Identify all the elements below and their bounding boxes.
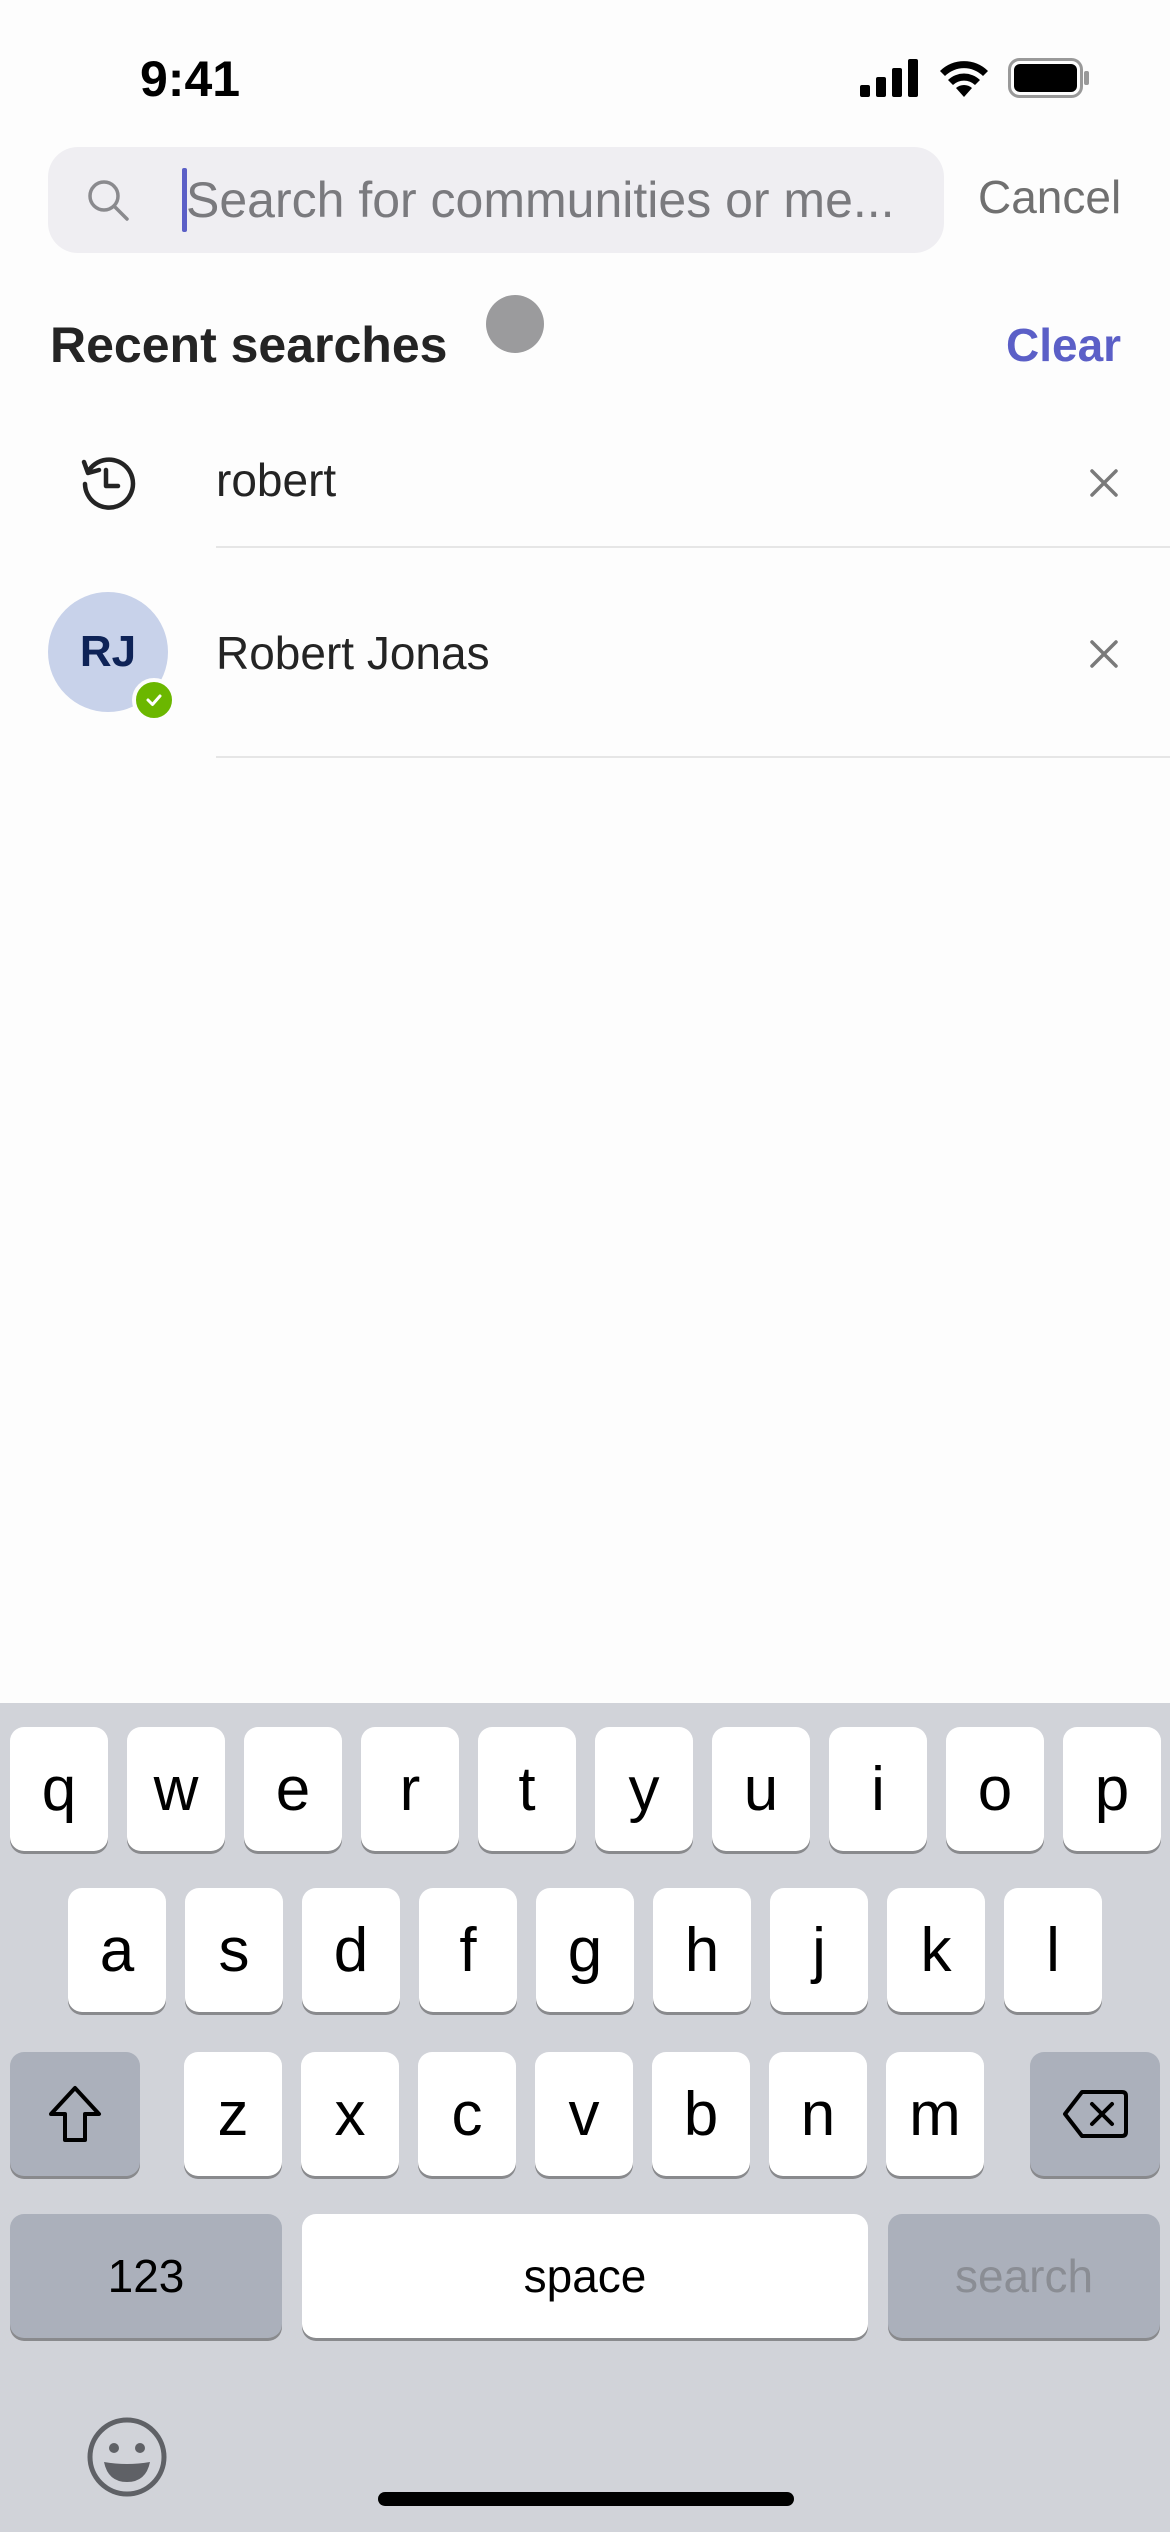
key-u[interactable]: u	[712, 1727, 810, 1851]
home-indicator	[378, 2492, 794, 2506]
key-z[interactable]: z	[184, 2052, 282, 2176]
status-icons	[860, 56, 1090, 100]
touch-indicator	[486, 295, 544, 353]
remove-icon[interactable]	[1086, 465, 1122, 501]
key-e[interactable]: e	[244, 1727, 342, 1851]
recent-item-query[interactable]	[0, 420, 1170, 546]
history-icon	[81, 457, 136, 510]
key-o[interactable]: o	[946, 1727, 1044, 1851]
recent-person-name: Robert Jonas	[216, 627, 490, 679]
key-s[interactable]: s	[185, 1888, 283, 2012]
divider	[216, 756, 1170, 758]
recent-item-person[interactable]	[0, 548, 1170, 756]
space-key[interactable]: space	[302, 2214, 868, 2338]
search-input[interactable]	[186, 160, 926, 240]
battery-icon	[1008, 58, 1089, 98]
key-k[interactable]: k	[887, 1888, 985, 2012]
delete-key[interactable]	[1030, 2052, 1160, 2176]
key-m[interactable]: m	[886, 2052, 984, 2176]
search-key[interactable]: search	[888, 2214, 1160, 2338]
search-icon	[88, 180, 129, 221]
emoji-icon[interactable]	[86, 2416, 168, 2498]
wifi-icon	[940, 61, 988, 97]
recent-query-label: robert	[216, 454, 337, 506]
key-n[interactable]: n	[769, 2052, 867, 2176]
key-y[interactable]: y	[595, 1727, 693, 1851]
status-time: 9:41	[140, 51, 241, 107]
key-q[interactable]: q	[10, 1727, 108, 1851]
key-p[interactable]: p	[1063, 1727, 1161, 1851]
cancel-button[interactable]: Cancel	[978, 170, 1121, 224]
key-i[interactable]: i	[829, 1727, 927, 1851]
key-c[interactable]: c	[418, 2052, 516, 2176]
backspace-icon	[1063, 2090, 1128, 2138]
key-v[interactable]: v	[535, 2052, 633, 2176]
key-w[interactable]: w	[127, 1727, 225, 1851]
key-r[interactable]: r	[361, 1727, 459, 1851]
shift-key[interactable]	[10, 2052, 140, 2176]
key-j[interactable]: j	[770, 1888, 868, 2012]
key-b[interactable]: b	[652, 2052, 750, 2176]
key-t[interactable]: t	[478, 1727, 576, 1851]
clear-button[interactable]: Clear	[1006, 318, 1121, 372]
presence-available-icon	[132, 678, 176, 722]
signal-icon	[860, 59, 918, 97]
numbers-key[interactable]: 123	[10, 2214, 282, 2338]
text-cursor	[182, 168, 187, 232]
recent-searches-title: Recent searches	[50, 317, 448, 373]
key-f[interactable]: f	[419, 1888, 517, 2012]
key-x[interactable]: x	[301, 2052, 399, 2176]
remove-icon[interactable]	[1086, 636, 1122, 672]
key-l[interactable]: l	[1004, 1888, 1102, 2012]
key-d[interactable]: d	[302, 1888, 400, 2012]
key-a[interactable]: a	[68, 1888, 166, 2012]
shift-icon	[49, 2086, 101, 2142]
key-h[interactable]: h	[653, 1888, 751, 2012]
key-g[interactable]: g	[536, 1888, 634, 2012]
